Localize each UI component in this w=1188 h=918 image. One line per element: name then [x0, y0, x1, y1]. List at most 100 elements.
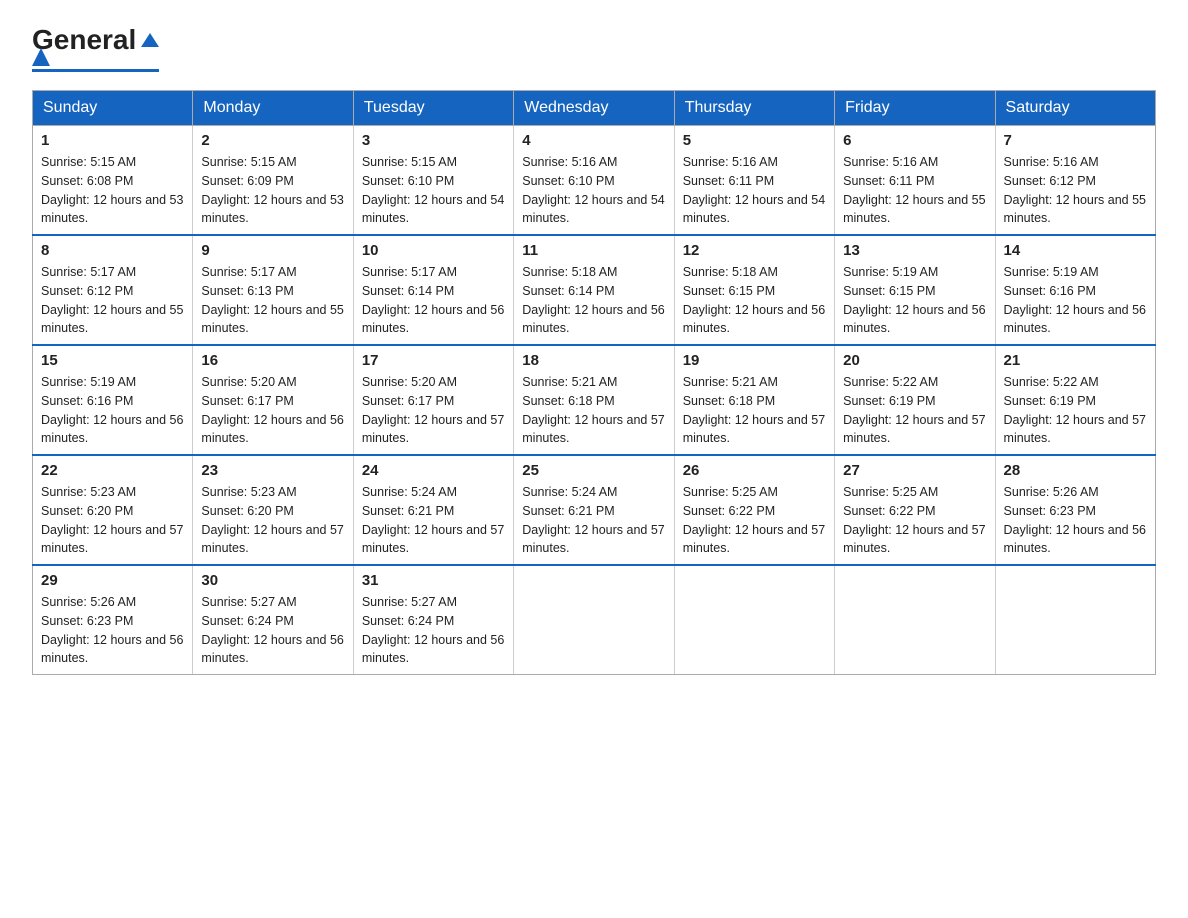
- day-number: 16: [201, 352, 344, 369]
- day-info: Sunrise: 5:16 AM Sunset: 6:12 PM Dayligh…: [1004, 153, 1147, 228]
- day-number: 19: [683, 352, 826, 369]
- day-number: 4: [522, 132, 665, 149]
- header-wednesday: Wednesday: [514, 91, 674, 126]
- day-info: Sunrise: 5:17 AM Sunset: 6:12 PM Dayligh…: [41, 263, 184, 338]
- page-header: General: [32, 24, 1156, 72]
- calendar-cell: 9 Sunrise: 5:17 AM Sunset: 6:13 PM Dayli…: [193, 235, 353, 345]
- calendar-week-row: 15 Sunrise: 5:19 AM Sunset: 6:16 PM Dayl…: [33, 345, 1156, 455]
- calendar-cell: 16 Sunrise: 5:20 AM Sunset: 6:17 PM Dayl…: [193, 345, 353, 455]
- day-info: Sunrise: 5:16 AM Sunset: 6:10 PM Dayligh…: [522, 153, 665, 228]
- calendar-cell: 26 Sunrise: 5:25 AM Sunset: 6:22 PM Dayl…: [674, 455, 834, 565]
- calendar-table: SundayMondayTuesdayWednesdayThursdayFrid…: [32, 90, 1156, 675]
- day-number: 17: [362, 352, 505, 369]
- calendar-header-row: SundayMondayTuesdayWednesdayThursdayFrid…: [33, 91, 1156, 126]
- day-info: Sunrise: 5:19 AM Sunset: 6:15 PM Dayligh…: [843, 263, 986, 338]
- day-info: Sunrise: 5:18 AM Sunset: 6:15 PM Dayligh…: [683, 263, 826, 338]
- day-info: Sunrise: 5:19 AM Sunset: 6:16 PM Dayligh…: [1004, 263, 1147, 338]
- calendar-week-row: 1 Sunrise: 5:15 AM Sunset: 6:08 PM Dayli…: [33, 126, 1156, 236]
- calendar-week-row: 8 Sunrise: 5:17 AM Sunset: 6:12 PM Dayli…: [33, 235, 1156, 345]
- calendar-cell: 5 Sunrise: 5:16 AM Sunset: 6:11 PM Dayli…: [674, 126, 834, 236]
- day-info: Sunrise: 5:17 AM Sunset: 6:13 PM Dayligh…: [201, 263, 344, 338]
- calendar-cell: [514, 565, 674, 675]
- day-number: 31: [362, 572, 505, 589]
- logo-arrow-icon: [141, 33, 159, 47]
- calendar-cell: 6 Sunrise: 5:16 AM Sunset: 6:11 PM Dayli…: [835, 126, 995, 236]
- day-info: Sunrise: 5:26 AM Sunset: 6:23 PM Dayligh…: [41, 593, 184, 668]
- calendar-cell: 29 Sunrise: 5:26 AM Sunset: 6:23 PM Dayl…: [33, 565, 193, 675]
- day-number: 27: [843, 462, 986, 479]
- calendar-cell: [995, 565, 1155, 675]
- calendar-cell: 11 Sunrise: 5:18 AM Sunset: 6:14 PM Dayl…: [514, 235, 674, 345]
- day-number: 6: [843, 132, 986, 149]
- header-thursday: Thursday: [674, 91, 834, 126]
- calendar-cell: 25 Sunrise: 5:24 AM Sunset: 6:21 PM Dayl…: [514, 455, 674, 565]
- calendar-cell: 4 Sunrise: 5:16 AM Sunset: 6:10 PM Dayli…: [514, 126, 674, 236]
- calendar-cell: 2 Sunrise: 5:15 AM Sunset: 6:09 PM Dayli…: [193, 126, 353, 236]
- day-number: 22: [41, 462, 184, 479]
- day-info: Sunrise: 5:21 AM Sunset: 6:18 PM Dayligh…: [683, 373, 826, 448]
- calendar-cell: 1 Sunrise: 5:15 AM Sunset: 6:08 PM Dayli…: [33, 126, 193, 236]
- day-info: Sunrise: 5:16 AM Sunset: 6:11 PM Dayligh…: [843, 153, 986, 228]
- day-info: Sunrise: 5:19 AM Sunset: 6:16 PM Dayligh…: [41, 373, 184, 448]
- day-info: Sunrise: 5:23 AM Sunset: 6:20 PM Dayligh…: [41, 483, 184, 558]
- day-number: 14: [1004, 242, 1147, 259]
- calendar-cell: [835, 565, 995, 675]
- day-info: Sunrise: 5:21 AM Sunset: 6:18 PM Dayligh…: [522, 373, 665, 448]
- calendar-cell: 28 Sunrise: 5:26 AM Sunset: 6:23 PM Dayl…: [995, 455, 1155, 565]
- day-info: Sunrise: 5:15 AM Sunset: 6:08 PM Dayligh…: [41, 153, 184, 228]
- day-info: Sunrise: 5:17 AM Sunset: 6:14 PM Dayligh…: [362, 263, 505, 338]
- day-number: 13: [843, 242, 986, 259]
- calendar-cell: 14 Sunrise: 5:19 AM Sunset: 6:16 PM Dayl…: [995, 235, 1155, 345]
- day-info: Sunrise: 5:25 AM Sunset: 6:22 PM Dayligh…: [683, 483, 826, 558]
- day-info: Sunrise: 5:18 AM Sunset: 6:14 PM Dayligh…: [522, 263, 665, 338]
- calendar-cell: [674, 565, 834, 675]
- calendar-cell: 8 Sunrise: 5:17 AM Sunset: 6:12 PM Dayli…: [33, 235, 193, 345]
- day-info: Sunrise: 5:15 AM Sunset: 6:09 PM Dayligh…: [201, 153, 344, 228]
- logo-underline: [32, 69, 159, 72]
- day-number: 5: [683, 132, 826, 149]
- day-number: 8: [41, 242, 184, 259]
- day-number: 3: [362, 132, 505, 149]
- day-info: Sunrise: 5:16 AM Sunset: 6:11 PM Dayligh…: [683, 153, 826, 228]
- day-info: Sunrise: 5:24 AM Sunset: 6:21 PM Dayligh…: [362, 483, 505, 558]
- calendar-cell: 7 Sunrise: 5:16 AM Sunset: 6:12 PM Dayli…: [995, 126, 1155, 236]
- calendar-cell: 10 Sunrise: 5:17 AM Sunset: 6:14 PM Dayl…: [353, 235, 513, 345]
- day-info: Sunrise: 5:20 AM Sunset: 6:17 PM Dayligh…: [201, 373, 344, 448]
- calendar-cell: 21 Sunrise: 5:22 AM Sunset: 6:19 PM Dayl…: [995, 345, 1155, 455]
- calendar-cell: 15 Sunrise: 5:19 AM Sunset: 6:16 PM Dayl…: [33, 345, 193, 455]
- day-number: 9: [201, 242, 344, 259]
- day-info: Sunrise: 5:27 AM Sunset: 6:24 PM Dayligh…: [201, 593, 344, 668]
- calendar-cell: 17 Sunrise: 5:20 AM Sunset: 6:17 PM Dayl…: [353, 345, 513, 455]
- day-number: 29: [41, 572, 184, 589]
- header-tuesday: Tuesday: [353, 91, 513, 126]
- calendar-cell: 22 Sunrise: 5:23 AM Sunset: 6:20 PM Dayl…: [33, 455, 193, 565]
- calendar-cell: 27 Sunrise: 5:25 AM Sunset: 6:22 PM Dayl…: [835, 455, 995, 565]
- header-sunday: Sunday: [33, 91, 193, 126]
- day-info: Sunrise: 5:22 AM Sunset: 6:19 PM Dayligh…: [1004, 373, 1147, 448]
- day-number: 2: [201, 132, 344, 149]
- day-number: 1: [41, 132, 184, 149]
- calendar-cell: 3 Sunrise: 5:15 AM Sunset: 6:10 PM Dayli…: [353, 126, 513, 236]
- header-monday: Monday: [193, 91, 353, 126]
- day-info: Sunrise: 5:23 AM Sunset: 6:20 PM Dayligh…: [201, 483, 344, 558]
- day-info: Sunrise: 5:24 AM Sunset: 6:21 PM Dayligh…: [522, 483, 665, 558]
- calendar-cell: 24 Sunrise: 5:24 AM Sunset: 6:21 PM Dayl…: [353, 455, 513, 565]
- day-number: 23: [201, 462, 344, 479]
- calendar-cell: 30 Sunrise: 5:27 AM Sunset: 6:24 PM Dayl…: [193, 565, 353, 675]
- day-info: Sunrise: 5:22 AM Sunset: 6:19 PM Dayligh…: [843, 373, 986, 448]
- day-number: 21: [1004, 352, 1147, 369]
- calendar-week-row: 29 Sunrise: 5:26 AM Sunset: 6:23 PM Dayl…: [33, 565, 1156, 675]
- calendar-week-row: 22 Sunrise: 5:23 AM Sunset: 6:20 PM Dayl…: [33, 455, 1156, 565]
- day-number: 30: [201, 572, 344, 589]
- day-number: 10: [362, 242, 505, 259]
- day-number: 25: [522, 462, 665, 479]
- day-info: Sunrise: 5:15 AM Sunset: 6:10 PM Dayligh…: [362, 153, 505, 228]
- calendar-cell: 19 Sunrise: 5:21 AM Sunset: 6:18 PM Dayl…: [674, 345, 834, 455]
- header-friday: Friday: [835, 91, 995, 126]
- day-info: Sunrise: 5:25 AM Sunset: 6:22 PM Dayligh…: [843, 483, 986, 558]
- calendar-cell: 23 Sunrise: 5:23 AM Sunset: 6:20 PM Dayl…: [193, 455, 353, 565]
- day-info: Sunrise: 5:20 AM Sunset: 6:17 PM Dayligh…: [362, 373, 505, 448]
- day-number: 12: [683, 242, 826, 259]
- day-number: 11: [522, 242, 665, 259]
- day-number: 7: [1004, 132, 1147, 149]
